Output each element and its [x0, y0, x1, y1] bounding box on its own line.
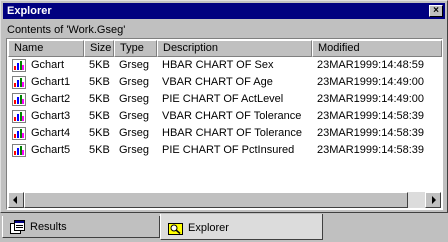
cell-size: 5KB: [89, 59, 110, 71]
cell-description: VBAR CHART OF Tolerance: [162, 110, 302, 122]
chart-file-icon: [12, 76, 26, 89]
cell-type: Grseg: [119, 144, 149, 156]
cell-size: 5KB: [89, 144, 110, 156]
table-row[interactable]: Gchart4 5KB Grseg HBAR CHART OF Tolerance 23…: [7, 125, 427, 142]
results-icon: [10, 220, 25, 234]
cell-description: VBAR CHART OF Age: [162, 76, 273, 88]
cell-type: Grseg: [119, 93, 149, 105]
column-header-modified[interactable]: Modified: [312, 40, 442, 57]
table-row[interactable]: Gchart5 5KB Grseg PIE CHART OF PctInsured 23…: [7, 142, 427, 159]
column-header-type[interactable]: Type: [114, 40, 157, 57]
table-row[interactable]: Gchart2 5KB Grseg PIE CHART OF ActLevel 23MA…: [7, 91, 427, 108]
cell-name: Gchart5: [31, 144, 71, 156]
title-bar[interactable]: Explorer ×: [3, 3, 445, 19]
cell-size: 5KB: [89, 93, 110, 105]
tab-explorer-label: Explorer: [188, 222, 229, 234]
table-row[interactable]: Gchart 5KB Grseg HBAR CHART OF Sex 23MAR1999…: [7, 57, 427, 74]
explorer-icon: [168, 223, 183, 235]
cell-name: Gchart3: [31, 110, 71, 122]
window-tab-bar: Results Explorer: [0, 213, 448, 242]
explorer-window: Explorer × Contents of 'Work.Gseg' Name …: [0, 0, 448, 213]
chart-file-icon: [12, 144, 26, 157]
contents-label: Contents of 'Work.Gseg': [7, 24, 126, 36]
cell-name: Gchart2: [31, 93, 71, 105]
cell-modified: 23MAR1999:14:58:39: [317, 110, 425, 122]
cell-size: 5KB: [89, 110, 110, 122]
chart-file-icon: [12, 59, 26, 72]
cell-description: PIE CHART OF ActLevel: [162, 93, 284, 105]
right-arrow-icon: [432, 196, 436, 204]
cell-modified: 23MAR1999:14:49:00: [317, 76, 425, 88]
cell-modified: 23MAR1999:14:58:39: [317, 127, 425, 139]
tab-results[interactable]: Results: [2, 216, 160, 238]
cell-type: Grseg: [119, 76, 149, 88]
cell-name: Gchart: [31, 59, 65, 71]
cell-type: Grseg: [119, 127, 149, 139]
cell-modified: 23MAR1999:14:49:00: [317, 93, 425, 105]
column-header-size[interactable]: Size: [84, 40, 114, 57]
cell-description: PIE CHART OF PctInsured: [162, 144, 295, 156]
cell-type: Grseg: [119, 110, 149, 122]
table-row[interactable]: Gchart3 5KB Grseg VBAR CHART OF Tolerance 23…: [7, 108, 427, 125]
cell-name: Gchart1: [31, 76, 71, 88]
chart-file-icon: [12, 127, 26, 140]
cell-size: 5KB: [89, 76, 110, 88]
cell-name: Gchart4: [31, 127, 71, 139]
scroll-thumb[interactable]: [24, 192, 408, 208]
tab-explorer[interactable]: Explorer: [160, 214, 323, 240]
scroll-right-button[interactable]: [425, 192, 441, 208]
cell-modified: 23MAR1999:14:58:39: [317, 144, 425, 156]
cell-type: Grseg: [119, 59, 149, 71]
cell-description: HBAR CHART OF Tolerance: [162, 127, 302, 139]
file-list[interactable]: Name Size Type Description Modified Gcha…: [6, 38, 443, 210]
column-header-name[interactable]: Name: [8, 40, 84, 57]
chart-file-icon: [12, 110, 26, 123]
scroll-left-button[interactable]: [8, 192, 24, 208]
tab-results-label: Results: [30, 221, 67, 233]
cell-description: HBAR CHART OF Sex: [162, 59, 274, 71]
left-arrow-icon: [13, 196, 17, 204]
table-row[interactable]: Gchart1 5KB Grseg VBAR CHART OF Age 23MAR199…: [7, 74, 427, 91]
cell-modified: 23MAR1999:14:48:59: [317, 59, 425, 71]
close-button[interactable]: ×: [429, 5, 443, 17]
chart-file-icon: [12, 93, 26, 106]
close-icon: ×: [433, 5, 439, 16]
horizontal-scrollbar[interactable]: [8, 192, 441, 208]
cell-size: 5KB: [89, 127, 110, 139]
column-header-description[interactable]: Description: [157, 40, 312, 57]
window-title: Explorer: [7, 5, 52, 17]
